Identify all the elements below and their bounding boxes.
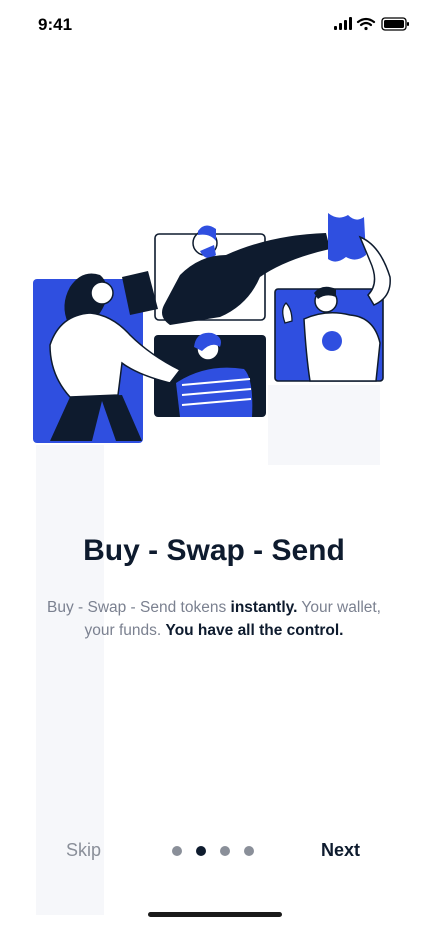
onboarding-description: Buy - Swap - Send tokens instantly. Your…: [30, 596, 398, 642]
onboarding-title: Buy - Swap - Send: [83, 534, 345, 567]
skip-button[interactable]: Skip: [66, 840, 101, 861]
page-dot[interactable]: [244, 846, 254, 856]
home-indicator: [148, 912, 282, 917]
next-button[interactable]: Next: [321, 840, 360, 861]
status-bar: 9:41: [0, 0, 428, 50]
onboarding-footer: Skip Next: [0, 838, 428, 866]
status-icons: [334, 17, 410, 31]
page-dot[interactable]: [220, 846, 230, 856]
desc-emphasis: instantly.: [230, 599, 298, 616]
desc-text: Buy - Swap - Send tokens: [47, 599, 231, 616]
wifi-icon: [356, 17, 376, 31]
page-dot[interactable]: [172, 846, 182, 856]
page-indicator: [172, 846, 254, 856]
battery-icon: [381, 17, 409, 31]
signal-icon: [334, 17, 352, 30]
page-dot-active[interactable]: [196, 846, 206, 856]
desc-emphasis: You have all the control.: [165, 622, 344, 639]
onboarding-illustration: [30, 205, 400, 445]
status-time: 9:41: [38, 15, 73, 34]
